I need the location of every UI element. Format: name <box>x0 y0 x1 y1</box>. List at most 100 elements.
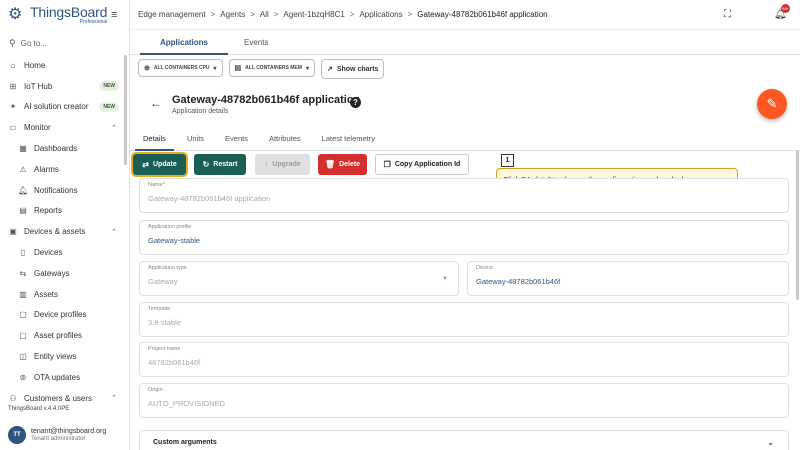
back-arrow-icon[interactable]: ← <box>150 96 162 110</box>
mem-chip[interactable]: ▤ ALL CONTAINERS MEM ▾ <box>228 59 315 77</box>
sidebar-item-alarms[interactable]: ⚠ Alarms <box>0 159 129 180</box>
profile-field[interactable]: Application profile Gateway-stable <box>139 220 789 255</box>
sidebar-item-label: Reports <box>34 206 63 216</box>
sidebar-item-asset-profiles[interactable]: ▢ Asset profiles <box>0 325 129 346</box>
sidebar-item-label: Monitor <box>24 123 51 133</box>
main-scrollbar[interactable] <box>796 150 799 300</box>
update-label: Update <box>152 161 177 168</box>
page-subtitle: Application details <box>172 108 229 115</box>
gateway-icon: ⇆ <box>19 268 27 278</box>
origin-label: Origin <box>148 387 163 393</box>
sidebar-item-label: Gateways <box>34 268 70 278</box>
sidebar-item-home[interactable]: ⌂ Home <box>0 55 129 76</box>
tab-applications[interactable]: Applications <box>139 30 229 55</box>
breadcrumb-item[interactable]: Applications <box>359 10 402 19</box>
sidebar-item-monitor[interactable]: ▭ Monitor ⌃ <box>0 117 129 138</box>
tab-details[interactable]: Details <box>135 126 174 151</box>
sidebar-item-gateways[interactable]: ⇆ Gateways <box>0 263 129 284</box>
tab-events[interactable]: Events <box>225 126 248 151</box>
profile-value[interactable]: Gateway-stable <box>148 236 200 245</box>
delete-label: Delete <box>339 161 361 168</box>
custom-arguments-panel[interactable]: Custom arguments ⌄ <box>139 430 789 450</box>
goto-search[interactable]: ⚲ Go to... <box>0 31 129 55</box>
sidebar-item-ota-updates[interactable]: ⊚ OTA updates <box>0 367 129 388</box>
sidebar-item-label: AI solution creator <box>24 102 89 112</box>
sidebar-item-device-profiles[interactable]: ▢ Device profiles <box>0 305 129 326</box>
cpu-chip[interactable]: ⊕ ALL CONTAINERS CPU ▾ <box>138 59 223 77</box>
tab-units[interactable]: Units <box>187 126 204 151</box>
tab-events[interactable]: Events <box>244 30 268 55</box>
template-value: 3.8-stable <box>148 318 181 327</box>
cpu-chip-label: ALL CONTAINERS CPU <box>153 65 210 71</box>
delete-button[interactable]: 🗑︎ Delete <box>318 154 367 175</box>
breadcrumb-separator: > <box>273 10 279 19</box>
sidebar-item-dashboards[interactable]: ▦ Dashboards <box>0 138 129 159</box>
breadcrumb-separator: > <box>407 10 413 19</box>
show-charts-button[interactable]: ↗ Show charts <box>320 59 385 79</box>
report-icon: ▤ <box>19 206 27 216</box>
upgrade-button[interactable]: ↑ Upgrade <box>255 154 310 175</box>
restart-button[interactable]: ↻ Restart <box>194 154 246 175</box>
asset-icon: ▥ <box>19 289 27 299</box>
chevron-up-icon[interactable]: ⌃ <box>111 124 117 132</box>
breadcrumb-item: Gateway-48782b061b46f application <box>417 10 548 19</box>
sidebar-item-label: Devices <box>34 248 63 258</box>
sidebar-item-reports[interactable]: ▤ Reports <box>0 201 129 222</box>
template-field[interactable]: Template 3.8-stable <box>139 302 789 337</box>
device-value[interactable]: Gateway-48782b061b46f <box>476 277 560 286</box>
tab-attributes[interactable]: Attributes <box>269 126 301 151</box>
upgrade-label: Upgrade <box>272 161 301 168</box>
project-label: Project name <box>148 346 181 352</box>
sidebar-nav: ⌂ Home ⊞ IoT Hub NEW ✦ AI solution creator NEW ▭… <box>0 55 129 409</box>
sidebar-item-ai-solution-creator[interactable]: ✦ AI solution creator NEW <box>0 97 129 118</box>
sidebar-item-iot-hub[interactable]: ⊞ IoT Hub NEW <box>0 76 129 97</box>
chevron-down-icon: ▾ <box>213 65 217 72</box>
search-icon: ⚲ <box>9 37 16 48</box>
origin-field[interactable]: Origin AUTO_PROVISIONED <box>139 383 789 418</box>
avatar: TT <box>8 426 26 444</box>
chevron-down-icon: ▼ <box>442 276 448 282</box>
sidebar-item-label: Asset profiles <box>34 331 83 341</box>
mem-chip-label: ALL CONTAINERS MEM <box>245 65 302 71</box>
bell-icon: 🔔︎ <box>18 185 29 195</box>
breadcrumb-item[interactable]: Agent-1bzqH8C1 <box>283 10 344 19</box>
type-field[interactable]: Application type Gateway ▼ <box>139 261 459 296</box>
sidebar-item-devices[interactable]: ▯ Devices <box>0 242 129 263</box>
sidebar-item-label: Alarms <box>34 164 59 174</box>
tab-latest-telemetry[interactable]: Latest telemetry <box>322 126 375 151</box>
name-field[interactable]: Name* Gateway-48782b061b46f application <box>139 178 789 213</box>
edit-fab-button[interactable]: ✎ <box>757 89 787 119</box>
device-field[interactable]: Device Gateway-48782b061b46f <box>467 261 789 296</box>
fullscreen-icon[interactable]: ⛶ <box>724 9 731 20</box>
sidebar-item-entity-views[interactable]: ◫ Entity views <box>0 346 129 367</box>
project-field[interactable]: Project name 48782b061b46f <box>139 342 789 377</box>
profile-label: Application profile <box>148 224 192 230</box>
chevron-up-icon[interactable]: ⌃ <box>111 394 117 402</box>
monitor-icon: ▭ <box>9 123 17 133</box>
detail-tabs: Details Units Events Attributes Latest t… <box>130 126 800 151</box>
breadcrumb-item[interactable]: All <box>260 10 269 19</box>
user-profile[interactable]: TT tenant@thingsboard.org Tenant adminis… <box>0 420 130 450</box>
sidebar-item-notifications[interactable]: 🔔︎ Notifications <box>0 180 129 201</box>
copy-application-id-button[interactable]: ❐ Copy Application Id <box>375 154 469 175</box>
alarm-icon: ⚠ <box>19 164 27 174</box>
sidebar-item-devices-assets[interactable]: ▣ Devices & assets ⌃ <box>0 221 129 242</box>
copy-label: Copy Application Id <box>394 161 461 168</box>
sidebar-scrollbar[interactable] <box>124 55 127 165</box>
sidebar-item-label: Devices & assets <box>24 227 86 237</box>
logo[interactable]: ⚙ ThingsBoard Professional <box>0 0 129 30</box>
device-icon: ▯ <box>20 248 26 258</box>
globe-icon: ⊕ <box>144 65 150 72</box>
show-charts-label: Show charts <box>336 65 379 73</box>
sidebar-item-label: Entity views <box>34 352 77 362</box>
sidebar-item-assets[interactable]: ▥ Assets <box>0 284 129 305</box>
help-icon[interactable]: ? <box>350 97 361 108</box>
asset-profile-icon: ▢ <box>19 331 27 341</box>
type-value: Gateway <box>148 277 178 286</box>
update-button[interactable]: ⇄ Update <box>131 152 188 177</box>
menu-collapse-icon[interactable]: ≡ <box>111 9 117 21</box>
chevron-up-icon[interactable]: ⌃ <box>111 228 117 236</box>
breadcrumb-item[interactable]: Edge management <box>138 10 206 19</box>
custom-arguments-label: Custom arguments <box>153 438 217 446</box>
breadcrumb-item[interactable]: Agents <box>220 10 245 19</box>
